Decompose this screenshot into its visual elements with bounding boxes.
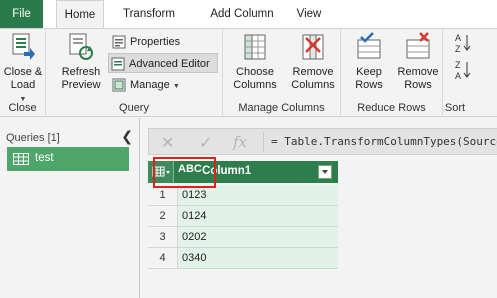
manage-columns-group-label: Manage Columns [238,102,325,114]
cancel-icon[interactable]: ✕ [161,133,174,153]
formula-bar: ✕ ✓ fx = Table.TransformColumnTypes(Sour… [148,128,497,155]
tab-transform[interactable]: Transform [114,0,184,28]
svg-text:Z: Z [455,44,461,54]
query-group-label: Query [119,102,149,114]
sort-group: A Z Z A Sort [443,29,497,117]
table-icon [13,153,29,165]
sort-ascending-icon: A Z [455,33,471,54]
check-icon[interactable]: ✓ [199,133,212,153]
close-and-load-button[interactable]: Close & Load ▼ [2,32,44,106]
queries-title: Queries [1] [6,132,60,144]
tab-add-column[interactable]: Add Column [196,0,288,28]
refresh-preview-button[interactable]: Refresh Preview [56,32,106,92]
fx-icon[interactable]: fx [233,133,247,151]
remove-columns-icon [302,34,324,60]
tab-file[interactable]: File [0,0,43,28]
chevron-down-icon: ▼ [172,83,180,90]
properties-icon [112,35,126,49]
query-item-label: test [35,152,54,164]
filter-dropdown-button[interactable] [318,165,332,179]
advanced-editor-label: Advanced Editor [129,58,210,70]
properties-button[interactable]: Properties [110,32,180,52]
keep-rows-icon [357,32,381,59]
sort-ascending-button[interactable]: A Z [453,32,473,58]
reduce-rows-group: Keep Rows Remove Rows Reduce Rows [341,29,443,117]
row-number: 3 [148,227,178,248]
collapse-pane-icon[interactable]: ❮ [121,128,133,145]
table-cell[interactable]: 0202 [178,227,338,248]
table-row: 3 0202 [148,227,338,248]
table-row: 2 0124 [148,206,338,227]
remove-rows-label: Remove Rows [397,66,439,91]
queries-pane: Queries [1] ❮ [0,118,140,298]
close-and-load-label: Close & Load [3,66,43,91]
refresh-preview-label: Refresh Preview [61,66,101,91]
sort-group-label: Sort [444,102,466,114]
manage-button[interactable]: Manage ▼ [110,75,180,95]
keep-rows-button[interactable]: Keep Rows [347,32,391,92]
keep-rows-label: Keep Rows [355,66,383,91]
close-group-label: Close [8,102,37,114]
tab-view[interactable]: View [288,0,330,28]
query-group: Refresh Preview Properties Advanced Edit… [46,29,223,117]
sort-descending-icon: Z A [455,60,471,81]
close-group: Close & Load ▼ Close [0,29,46,117]
choose-columns-icon [244,34,266,60]
svg-text:Z: Z [455,60,461,70]
remove-rows-button[interactable]: Remove Rows [395,32,441,92]
close-and-load-icon [12,33,35,60]
ribbon: Close & Load ▼ Close Refresh Preview Pro… [0,28,497,117]
table-row: 4 0340 [148,248,338,269]
table-cell[interactable]: 0340 [178,248,338,269]
refresh-icon [69,33,93,60]
properties-label: Properties [130,36,181,48]
table-cell[interactable]: 0124 [178,206,338,227]
advanced-editor-button[interactable]: Advanced Editor [108,53,218,73]
svg-text:A: A [455,33,461,43]
svg-text:A: A [455,71,461,81]
manage-label: Manage [130,79,170,91]
sort-descending-button[interactable]: Z A [453,59,473,85]
chevron-down-icon [322,170,328,174]
formula-separator [263,132,264,152]
reduce-rows-group-label: Reduce Rows [357,102,426,114]
query-item-test[interactable]: test [7,147,129,171]
row-number: 2 [148,206,178,227]
remove-rows-icon [406,32,430,59]
tab-home[interactable]: Home [56,0,104,29]
advanced-editor-icon [111,57,125,71]
formula-input[interactable]: = Table.TransformColumnTypes(Source [271,135,497,148]
remove-columns-label: Remove Columns [291,66,335,91]
ribbon-tab-bar: File Home Transform Add Column View [0,0,497,29]
table-cell[interactable]: 0123 [178,185,338,206]
choose-columns-label: Choose Columns [233,66,277,91]
remove-columns-button[interactable]: Remove Columns [287,32,339,92]
choose-columns-button[interactable]: Choose Columns [227,32,283,92]
row-number: 1 [148,185,178,206]
manage-columns-group: Choose Columns Remove Columns Manage Col… [223,29,341,117]
row-number: 4 [148,248,178,269]
manage-icon [112,78,126,92]
highlight-annotation [153,157,216,188]
table-row: 1 0123 [148,185,338,206]
